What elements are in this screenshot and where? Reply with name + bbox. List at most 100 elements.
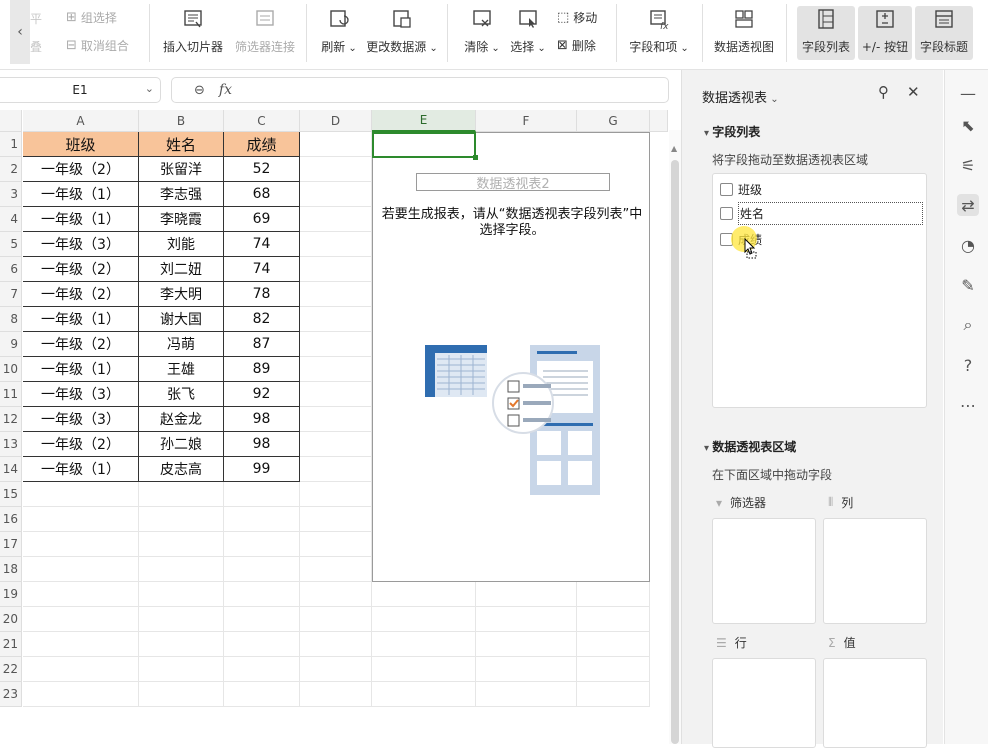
cell-g22[interactable] — [577, 657, 650, 682]
tools-icon[interactable]: ✎ — [957, 274, 979, 296]
cell-a11[interactable]: 一年级（3） — [23, 382, 139, 407]
cell-c1[interactable]: 成绩 — [224, 132, 300, 157]
cell-d9[interactable] — [300, 332, 372, 357]
row-header-12[interactable]: 12 — [0, 407, 22, 432]
cell-a2[interactable]: 一年级（2） — [23, 157, 139, 182]
cell-e20[interactable] — [372, 607, 476, 632]
cell-c14[interactable]: 99 — [224, 457, 300, 482]
cell-a1[interactable]: 班级 — [23, 132, 139, 157]
row-header-4[interactable]: 4 — [0, 207, 22, 232]
cell-d19[interactable] — [300, 582, 372, 607]
row-header-3[interactable]: 3 — [0, 182, 22, 207]
cell-d8[interactable] — [300, 307, 372, 332]
cell-a18[interactable] — [23, 557, 139, 582]
function-icon[interactable]: fx — [219, 82, 232, 98]
cell-a17[interactable] — [23, 532, 139, 557]
pivot-table-placeholder[interactable]: 数据透视表2 若要生成报表，请从“数据透视表字段列表”中选择字段。 — [372, 132, 650, 582]
chart-style-icon[interactable]: ◔ — [957, 234, 979, 256]
cell-a4[interactable]: 一年级（1） — [23, 207, 139, 232]
cell-d21[interactable] — [300, 632, 372, 657]
cell-f19[interactable] — [476, 582, 577, 607]
group-selection-button[interactable]: ⊞ 组选择 — [66, 9, 117, 26]
cell-c20[interactable] — [224, 607, 300, 632]
row-header-18[interactable]: 18 — [0, 557, 22, 582]
cell-a23[interactable] — [23, 682, 139, 707]
cell-a15[interactable] — [23, 482, 139, 507]
cell-f22[interactable] — [476, 657, 577, 682]
cell-a12[interactable]: 一年级（3） — [23, 407, 139, 432]
cell-b11[interactable]: 张飞 — [139, 382, 224, 407]
scrollbar-thumb[interactable] — [671, 160, 679, 744]
checkbox[interactable] — [720, 206, 733, 220]
cell-d4[interactable] — [300, 207, 372, 232]
change-data-source-button[interactable]: 更改数据源 — [366, 6, 438, 60]
field-headers-toggle[interactable]: 字段标题 — [915, 6, 973, 60]
row-header-2[interactable]: 2 — [0, 157, 22, 182]
cell-f23[interactable] — [476, 682, 577, 707]
cell-d11[interactable] — [300, 382, 372, 407]
filter-drop-zone[interactable] — [712, 518, 816, 624]
cell-a14[interactable]: 一年级（1） — [23, 457, 139, 482]
cell-g21[interactable] — [577, 632, 650, 657]
row-header-9[interactable]: 9 — [0, 332, 22, 357]
cell-b22[interactable] — [139, 657, 224, 682]
row-header-1[interactable]: 1 — [0, 132, 22, 157]
clear-button[interactable]: 清除 — [462, 6, 502, 60]
cell-b6[interactable]: 刘二妞 — [139, 257, 224, 282]
select-all-corner[interactable] — [0, 110, 22, 132]
column-header-g[interactable]: G — [577, 110, 650, 132]
cell-c13[interactable]: 98 — [224, 432, 300, 457]
row-header-5[interactable]: 5 — [0, 232, 22, 257]
cell-d12[interactable] — [300, 407, 372, 432]
cell-f20[interactable] — [476, 607, 577, 632]
row-header-23[interactable]: 23 — [0, 682, 22, 707]
cell-b8[interactable]: 谢大国 — [139, 307, 224, 332]
cell-a13[interactable]: 一年级（2） — [23, 432, 139, 457]
cell-d20[interactable] — [300, 607, 372, 632]
vertical-scrollbar[interactable]: ▲ — [669, 130, 681, 744]
row-header-7[interactable]: 7 — [0, 282, 22, 307]
cell-c11[interactable]: 92 — [224, 382, 300, 407]
cell-c23[interactable] — [224, 682, 300, 707]
row-header-10[interactable]: 10 — [0, 357, 22, 382]
cell-d17[interactable] — [300, 532, 372, 557]
cell-c21[interactable] — [224, 632, 300, 657]
cell-b21[interactable] — [139, 632, 224, 657]
cell-b1[interactable]: 姓名 — [139, 132, 224, 157]
cell-b4[interactable]: 李晓霞 — [139, 207, 224, 232]
cell-b17[interactable] — [139, 532, 224, 557]
filter-connection-button[interactable]: 筛选器连接 — [232, 6, 298, 60]
cell-d2[interactable] — [300, 157, 372, 182]
cell-e22[interactable] — [372, 657, 476, 682]
cell-a6[interactable]: 一年级（2） — [23, 257, 139, 282]
selected-cell-e1[interactable] — [372, 132, 478, 160]
field-item-class[interactable]: 班级 — [720, 178, 924, 200]
row-header-19[interactable]: 19 — [0, 582, 22, 607]
ungroup-button[interactable]: ⊟ 取消组合 — [66, 37, 129, 54]
column-header-b[interactable]: B — [139, 110, 224, 132]
pin-icon[interactable]: ⚲ — [878, 83, 894, 101]
cell-c16[interactable] — [224, 507, 300, 532]
cell-b20[interactable] — [139, 607, 224, 632]
delete-button[interactable]: ⊠ 删除 — [557, 37, 596, 54]
columns-drop-zone[interactable] — [823, 518, 927, 624]
column-header-d[interactable]: D — [300, 110, 372, 132]
close-icon[interactable]: ✕ — [907, 83, 923, 101]
cell-d1[interactable] — [300, 132, 372, 157]
row-header-17[interactable]: 17 — [0, 532, 22, 557]
scroll-up-icon[interactable]: ▲ — [671, 144, 677, 153]
cell-a3[interactable]: 一年级（1） — [23, 182, 139, 207]
cell-d14[interactable] — [300, 457, 372, 482]
cell-d3[interactable] — [300, 182, 372, 207]
cell-d16[interactable] — [300, 507, 372, 532]
pivot-panel-icon[interactable]: ⇄ — [957, 194, 979, 216]
cell-a9[interactable]: 一年级（2） — [23, 332, 139, 357]
adjust-sliders-icon[interactable]: ⚟ — [957, 154, 979, 176]
book-search-icon[interactable]: ⌕ — [957, 314, 979, 336]
plus-minus-buttons-toggle[interactable]: +/- 按钮 — [858, 6, 912, 60]
fields-items-button[interactable]: fx 字段和项 — [626, 6, 692, 60]
cell-d13[interactable] — [300, 432, 372, 457]
cell-c3[interactable]: 68 — [224, 182, 300, 207]
cell-b23[interactable] — [139, 682, 224, 707]
column-header-a[interactable]: A — [23, 110, 139, 132]
